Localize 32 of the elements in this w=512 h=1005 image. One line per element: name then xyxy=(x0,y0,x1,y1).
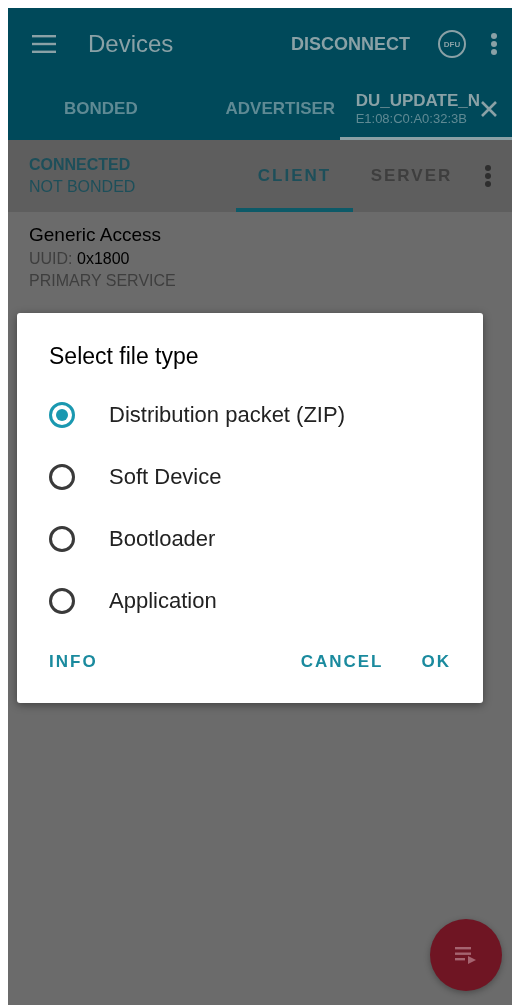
connection-status: CONNECTED xyxy=(29,156,132,174)
more-button[interactable] xyxy=(484,164,492,188)
service-name: Generic Access xyxy=(29,224,162,246)
radio-button[interactable] xyxy=(49,526,75,552)
radio-option[interactable]: Distribution packet (ZIP) xyxy=(49,384,451,446)
device-address: E1:08:C0:A0:32:3B xyxy=(355,111,467,126)
radio-option[interactable]: Soft Device xyxy=(49,446,451,508)
radio-option[interactable]: Application xyxy=(49,570,451,632)
menu-icon xyxy=(32,35,56,53)
app-title: Devices xyxy=(88,30,175,58)
close-icon xyxy=(480,99,498,118)
dialog-button[interactable]: INFO xyxy=(49,648,98,676)
more-button[interactable] xyxy=(490,32,498,56)
radio-option[interactable]: Bootloader xyxy=(49,508,451,570)
disconnect-button[interactable]: DISCONNECT xyxy=(287,29,414,59)
dialog-button[interactable]: OK xyxy=(421,648,451,676)
radio-button[interactable] xyxy=(49,402,75,428)
more-icon xyxy=(484,164,492,188)
menu-button[interactable] xyxy=(32,35,56,53)
radio-button[interactable] xyxy=(49,464,75,490)
log-fab[interactable] xyxy=(430,919,502,991)
dialog-title: Select file type xyxy=(49,343,200,370)
playlist-icon xyxy=(455,946,477,964)
bond-status: NOT BONDED xyxy=(29,178,137,196)
dfu-button[interactable]: DFU xyxy=(438,30,466,58)
device-name: DU_UPDATE_N xyxy=(355,91,480,111)
tab[interactable]: ADVERTISER xyxy=(189,80,340,140)
close-button[interactable] xyxy=(480,99,498,118)
radio-button[interactable] xyxy=(49,588,75,614)
dialog-button[interactable]: CANCEL xyxy=(300,648,384,676)
tab[interactable]: BONDED xyxy=(8,80,190,140)
more-icon xyxy=(490,32,498,56)
